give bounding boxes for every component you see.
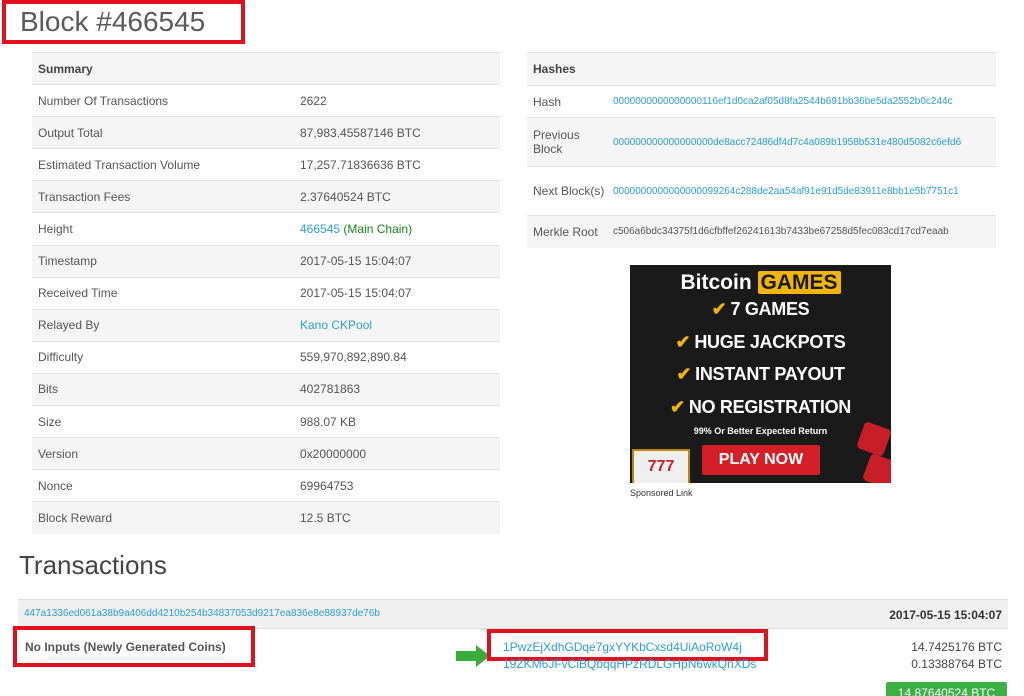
nonce-value: 69964753 (300, 469, 500, 502)
arrow-right-icon (456, 645, 490, 667)
ad-line: ✔ HUGE JACKPOTS (675, 332, 846, 352)
table-row: Hash 0000000000000000116ef1d0ca2af05d8fa2… (527, 85, 996, 118)
table-row: Version 0x20000000 (32, 437, 500, 470)
block-reward-value: 12.5 BTC (300, 501, 500, 534)
table-row: Block Reward 12.5 BTC (32, 501, 500, 534)
no-inputs-label: No Inputs (Newly Generated Coins) (13, 626, 255, 667)
bits-value: 402781863 (300, 372, 500, 406)
table-row: Next Block(s) 0000000000000000099264c288d… (527, 166, 996, 216)
summary-header-row: Summary (32, 51, 500, 85)
table-row: Height 466545 (Main Chain) (32, 212, 500, 246)
table-row: Received Time 2017-05-15 15:04:07 (32, 276, 500, 310)
transaction-hash-link[interactable]: 447a1336ed061a38b9a406dd4210b254b3483705… (24, 608, 380, 619)
table-row: Merkle Root c506a6bdc34375f1d6cfbffef2624… (527, 215, 996, 248)
output-address-link[interactable]: 1PwzEjXdhGDqe7gxYYKbCxsd4UiAoRoW4j (503, 640, 742, 654)
transaction-header: 447a1336ed061a38b9a406dd4210b254b3483705… (18, 599, 1008, 629)
difficulty-value: 559,970,892,890.84 (300, 340, 500, 374)
table-row: Relayed By Kano CKPool (32, 308, 500, 342)
check-icon: ✔ (711, 299, 727, 319)
row-label: Received Time (32, 276, 300, 310)
table-row: Number Of Transactions 2622 (32, 84, 500, 117)
play-now-button[interactable]: PLAY NOW (702, 445, 820, 475)
row-label: Height (32, 212, 300, 246)
output-amount: 14.7425176 BTC (911, 640, 1002, 654)
row-label: Size (32, 405, 300, 438)
size-value: 988.07 KB (300, 405, 500, 438)
hashes-header: Hashes (527, 52, 996, 86)
ad-line: ✔ NO REGISTRATION (670, 397, 851, 417)
row-label: Version (32, 437, 300, 470)
transaction-time: 2017-05-15 15:04:07 (889, 608, 1002, 622)
number-of-transactions-value: 2622 (300, 84, 500, 117)
ad-logo: Bitcoin GAMES (630, 271, 891, 295)
ad-line: ✔ 7 GAMES (711, 299, 810, 319)
table-row: Timestamp 2017-05-15 15:04:07 (32, 244, 500, 278)
summary-table: Summary Number Of Transactions 2622 Outpu… (32, 51, 500, 534)
main-chain-label: (Main Chain) (343, 222, 413, 237)
hash-link[interactable]: 0000000000000000116ef1d0ca2af05d8fa2544b… (613, 96, 953, 107)
table-row: Difficulty 559,970,892,890.84 (32, 340, 500, 374)
ad-banner[interactable]: Bitcoin GAMES ✔ 7 GAMES ✔ HUGE JACKPOTS ✔ I… (630, 265, 891, 483)
table-row: Previous Block 000000000000000000de8acc72… (527, 117, 996, 167)
row-label: Number Of Transactions (32, 84, 300, 117)
height-cell: 466545 (Main Chain) (300, 212, 500, 246)
received-time-value: 2017-05-15 15:04:07 (300, 276, 500, 310)
hashes-header-row: Hashes (527, 52, 996, 86)
row-label: Block Reward (32, 501, 300, 534)
row-label: Bits (32, 372, 300, 406)
table-row: Transaction Fees 2.37640524 BTC (32, 180, 500, 213)
row-label: Merkle Root (527, 215, 613, 248)
check-icon: ✔ (670, 397, 685, 417)
row-label: Nonce (32, 469, 300, 502)
hashes-table: Hashes Hash 0000000000000000116ef1d0ca2af… (527, 52, 996, 248)
row-label: Transaction Fees (32, 180, 300, 213)
version-value: 0x20000000 (300, 437, 500, 470)
relayed-by-cell: Kano CKPool (300, 308, 500, 342)
sponsored-link[interactable]: Sponsored Link (630, 488, 693, 498)
relayed-by-link[interactable]: Kano CKPool (300, 318, 372, 332)
row-label: Relayed By (32, 308, 300, 342)
table-row: Size 988.07 KB (32, 405, 500, 438)
transactions-title: Transactions (19, 550, 167, 580)
estimated-volume-value: 17,257.71836636 BTC (300, 148, 500, 181)
row-label: Timestamp (32, 244, 300, 278)
row-label: Hash (527, 85, 613, 118)
output-address-link[interactable]: 19ZKM6JFvCiBQbqqHPzRDLGHpN6wkQnXDs (503, 657, 756, 671)
summary-header: Summary (32, 51, 500, 85)
table-row: Bits 402781863 (32, 372, 500, 406)
row-label: Difficulty (32, 340, 300, 374)
height-link[interactable]: 466545 (300, 222, 340, 236)
next-block-link[interactable]: 0000000000000000099264c288de2aa54af91e91… (613, 186, 959, 197)
row-label: Estimated Transaction Volume (32, 148, 300, 181)
merkle-root-value: c506a6bdc34375f1d6cfbffef26241613b7433be… (613, 215, 996, 248)
block-title: Block #466545 (2, 0, 245, 44)
row-label: Output Total (32, 116, 300, 149)
slot-machine-icon: 777 (632, 449, 690, 483)
table-row: Nonce 69964753 (32, 469, 500, 502)
previous-block-cell: 000000000000000000de8acc72486df4d7c4a089… (613, 117, 996, 167)
ad-line: ✔ INSTANT PAYOUT (676, 364, 845, 384)
output-total-value: 87,983.45587146 BTC (300, 116, 500, 149)
transaction-fees-value: 2.37640524 BTC (300, 180, 500, 213)
row-label: Next Block(s) (527, 166, 613, 216)
check-icon: ✔ (676, 364, 692, 384)
table-row: Output Total 87,983.45587146 BTC (32, 116, 500, 149)
timestamp-value: 2017-05-15 15:04:07 (300, 244, 500, 278)
hash-cell: 0000000000000000116ef1d0ca2af05d8fa2544b… (613, 85, 996, 118)
dice-icon (862, 453, 891, 483)
next-block-cell: 0000000000000000099264c288de2aa54af91e91… (613, 166, 996, 216)
total-amount-button[interactable]: 14.87640524 BTC (886, 682, 1007, 696)
ad-small-text: 99% Or Better Expected Return (693, 426, 828, 436)
check-icon: ✔ (675, 332, 691, 352)
output-amount: 0.13388764 BTC (911, 657, 1002, 671)
previous-block-link[interactable]: 000000000000000000de8acc72486df4d7c4a089… (613, 137, 961, 148)
table-row: Estimated Transaction Volume 17,257.71836… (32, 148, 500, 181)
row-label: Previous Block (527, 117, 613, 167)
